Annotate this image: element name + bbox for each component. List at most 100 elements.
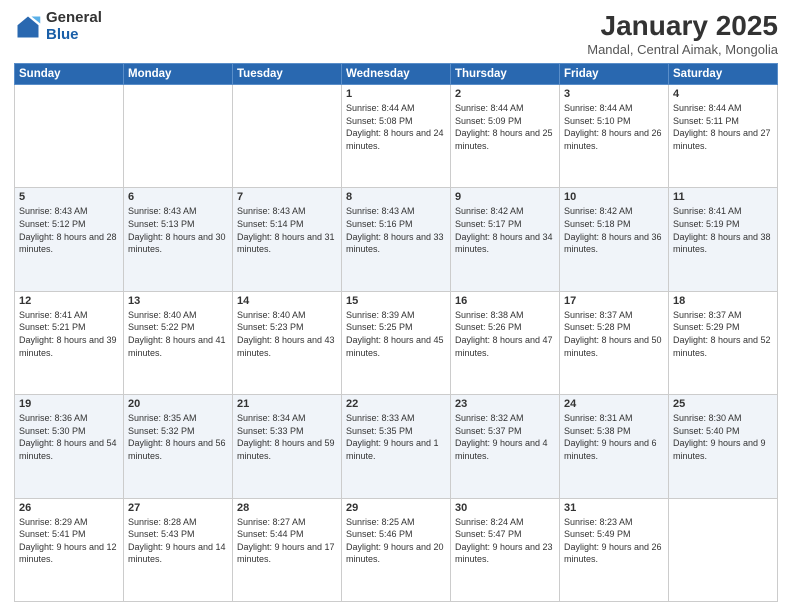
- sunrise-text: Sunrise: 8:41 AM: [19, 310, 88, 320]
- sunrise-text: Sunrise: 8:43 AM: [128, 206, 197, 216]
- daylight-text: Daylight: 9 hours and 9 minutes.: [673, 438, 766, 461]
- sunset-text: Sunset: 5:23 PM: [237, 322, 304, 332]
- weekday-header: Sunday: [15, 64, 124, 85]
- day-info: Sunrise: 8:43 AM Sunset: 5:13 PM Dayligh…: [128, 205, 228, 255]
- sunset-text: Sunset: 5:08 PM: [346, 116, 413, 126]
- daylight-text: Daylight: 8 hours and 41 minutes.: [128, 335, 226, 358]
- calendar-cell: 23 Sunrise: 8:32 AM Sunset: 5:37 PM Dayl…: [451, 395, 560, 498]
- sunrise-text: Sunrise: 8:36 AM: [19, 413, 88, 423]
- sunrise-text: Sunrise: 8:32 AM: [455, 413, 524, 423]
- sunset-text: Sunset: 5:47 PM: [455, 529, 522, 539]
- day-number: 13: [128, 295, 228, 307]
- sunrise-text: Sunrise: 8:43 AM: [346, 206, 415, 216]
- title-block: January 2025 Mandal, Central Aimak, Mong…: [587, 10, 778, 57]
- day-info: Sunrise: 8:42 AM Sunset: 5:17 PM Dayligh…: [455, 205, 555, 255]
- calendar-cell: 31 Sunrise: 8:23 AM Sunset: 5:49 PM Dayl…: [560, 498, 669, 601]
- sunset-text: Sunset: 5:49 PM: [564, 529, 631, 539]
- calendar-subtitle: Mandal, Central Aimak, Mongolia: [587, 42, 778, 57]
- day-info: Sunrise: 8:23 AM Sunset: 5:49 PM Dayligh…: [564, 516, 664, 566]
- sunset-text: Sunset: 5:09 PM: [455, 116, 522, 126]
- sunset-text: Sunset: 5:43 PM: [128, 529, 195, 539]
- calendar-cell: 5 Sunrise: 8:43 AM Sunset: 5:12 PM Dayli…: [15, 188, 124, 291]
- calendar-week-row: 12 Sunrise: 8:41 AM Sunset: 5:21 PM Dayl…: [15, 291, 778, 394]
- calendar-cell: 30 Sunrise: 8:24 AM Sunset: 5:47 PM Dayl…: [451, 498, 560, 601]
- calendar-week-row: 1 Sunrise: 8:44 AM Sunset: 5:08 PM Dayli…: [15, 85, 778, 188]
- calendar-cell: [669, 498, 778, 601]
- sunset-text: Sunset: 5:35 PM: [346, 426, 413, 436]
- calendar-table: SundayMondayTuesdayWednesdayThursdayFrid…: [14, 63, 778, 602]
- day-number: 7: [237, 191, 337, 203]
- daylight-text: Daylight: 9 hours and 20 minutes.: [346, 542, 444, 565]
- day-number: 10: [564, 191, 664, 203]
- sunrise-text: Sunrise: 8:44 AM: [673, 103, 742, 113]
- day-info: Sunrise: 8:28 AM Sunset: 5:43 PM Dayligh…: [128, 516, 228, 566]
- day-number: 20: [128, 398, 228, 410]
- sunrise-text: Sunrise: 8:39 AM: [346, 310, 415, 320]
- weekday-header: Friday: [560, 64, 669, 85]
- logo-general: General: [46, 10, 102, 27]
- daylight-text: Daylight: 9 hours and 26 minutes.: [564, 542, 662, 565]
- calendar-cell: [15, 85, 124, 188]
- weekday-header: Monday: [124, 64, 233, 85]
- day-number: 21: [237, 398, 337, 410]
- sunset-text: Sunset: 5:13 PM: [128, 219, 195, 229]
- sunrise-text: Sunrise: 8:34 AM: [237, 413, 306, 423]
- day-info: Sunrise: 8:32 AM Sunset: 5:37 PM Dayligh…: [455, 412, 555, 462]
- day-number: 16: [455, 295, 555, 307]
- day-info: Sunrise: 8:36 AM Sunset: 5:30 PM Dayligh…: [19, 412, 119, 462]
- sunset-text: Sunset: 5:30 PM: [19, 426, 86, 436]
- sunset-text: Sunset: 5:44 PM: [237, 529, 304, 539]
- daylight-text: Daylight: 8 hours and 45 minutes.: [346, 335, 444, 358]
- day-number: 26: [19, 502, 119, 514]
- daylight-text: Daylight: 8 hours and 27 minutes.: [673, 128, 771, 151]
- day-info: Sunrise: 8:29 AM Sunset: 5:41 PM Dayligh…: [19, 516, 119, 566]
- day-number: 28: [237, 502, 337, 514]
- day-info: Sunrise: 8:41 AM Sunset: 5:21 PM Dayligh…: [19, 309, 119, 359]
- daylight-text: Daylight: 8 hours and 24 minutes.: [346, 128, 444, 151]
- day-info: Sunrise: 8:39 AM Sunset: 5:25 PM Dayligh…: [346, 309, 446, 359]
- day-number: 14: [237, 295, 337, 307]
- sunset-text: Sunset: 5:37 PM: [455, 426, 522, 436]
- calendar-cell: 4 Sunrise: 8:44 AM Sunset: 5:11 PM Dayli…: [669, 85, 778, 188]
- sunrise-text: Sunrise: 8:33 AM: [346, 413, 415, 423]
- day-info: Sunrise: 8:43 AM Sunset: 5:14 PM Dayligh…: [237, 205, 337, 255]
- day-number: 11: [673, 191, 773, 203]
- calendar-cell: 25 Sunrise: 8:30 AM Sunset: 5:40 PM Dayl…: [669, 395, 778, 498]
- daylight-text: Daylight: 8 hours and 34 minutes.: [455, 232, 553, 255]
- sunrise-text: Sunrise: 8:28 AM: [128, 517, 197, 527]
- day-number: 18: [673, 295, 773, 307]
- sunrise-text: Sunrise: 8:37 AM: [673, 310, 742, 320]
- day-number: 1: [346, 88, 446, 100]
- calendar-cell: 29 Sunrise: 8:25 AM Sunset: 5:46 PM Dayl…: [342, 498, 451, 601]
- sunrise-text: Sunrise: 8:42 AM: [564, 206, 633, 216]
- sunrise-text: Sunrise: 8:43 AM: [237, 206, 306, 216]
- daylight-text: Daylight: 8 hours and 59 minutes.: [237, 438, 335, 461]
- day-number: 5: [19, 191, 119, 203]
- day-info: Sunrise: 8:34 AM Sunset: 5:33 PM Dayligh…: [237, 412, 337, 462]
- daylight-text: Daylight: 8 hours and 26 minutes.: [564, 128, 662, 151]
- calendar-week-row: 5 Sunrise: 8:43 AM Sunset: 5:12 PM Dayli…: [15, 188, 778, 291]
- calendar-cell: 27 Sunrise: 8:28 AM Sunset: 5:43 PM Dayl…: [124, 498, 233, 601]
- day-info: Sunrise: 8:43 AM Sunset: 5:16 PM Dayligh…: [346, 205, 446, 255]
- daylight-text: Daylight: 8 hours and 56 minutes.: [128, 438, 226, 461]
- sunset-text: Sunset: 5:29 PM: [673, 322, 740, 332]
- sunrise-text: Sunrise: 8:24 AM: [455, 517, 524, 527]
- sunset-text: Sunset: 5:40 PM: [673, 426, 740, 436]
- daylight-text: Daylight: 8 hours and 38 minutes.: [673, 232, 771, 255]
- calendar-cell: 19 Sunrise: 8:36 AM Sunset: 5:30 PM Dayl…: [15, 395, 124, 498]
- sunrise-text: Sunrise: 8:38 AM: [455, 310, 524, 320]
- daylight-text: Daylight: 8 hours and 33 minutes.: [346, 232, 444, 255]
- sunset-text: Sunset: 5:10 PM: [564, 116, 631, 126]
- day-number: 24: [564, 398, 664, 410]
- day-number: 25: [673, 398, 773, 410]
- daylight-text: Daylight: 8 hours and 30 minutes.: [128, 232, 226, 255]
- sunset-text: Sunset: 5:32 PM: [128, 426, 195, 436]
- sunrise-text: Sunrise: 8:31 AM: [564, 413, 633, 423]
- day-info: Sunrise: 8:37 AM Sunset: 5:28 PM Dayligh…: [564, 309, 664, 359]
- sunset-text: Sunset: 5:46 PM: [346, 529, 413, 539]
- calendar-cell: [124, 85, 233, 188]
- logo-blue: Blue: [46, 27, 102, 44]
- sunset-text: Sunset: 5:21 PM: [19, 322, 86, 332]
- calendar-cell: 2 Sunrise: 8:44 AM Sunset: 5:09 PM Dayli…: [451, 85, 560, 188]
- day-number: 12: [19, 295, 119, 307]
